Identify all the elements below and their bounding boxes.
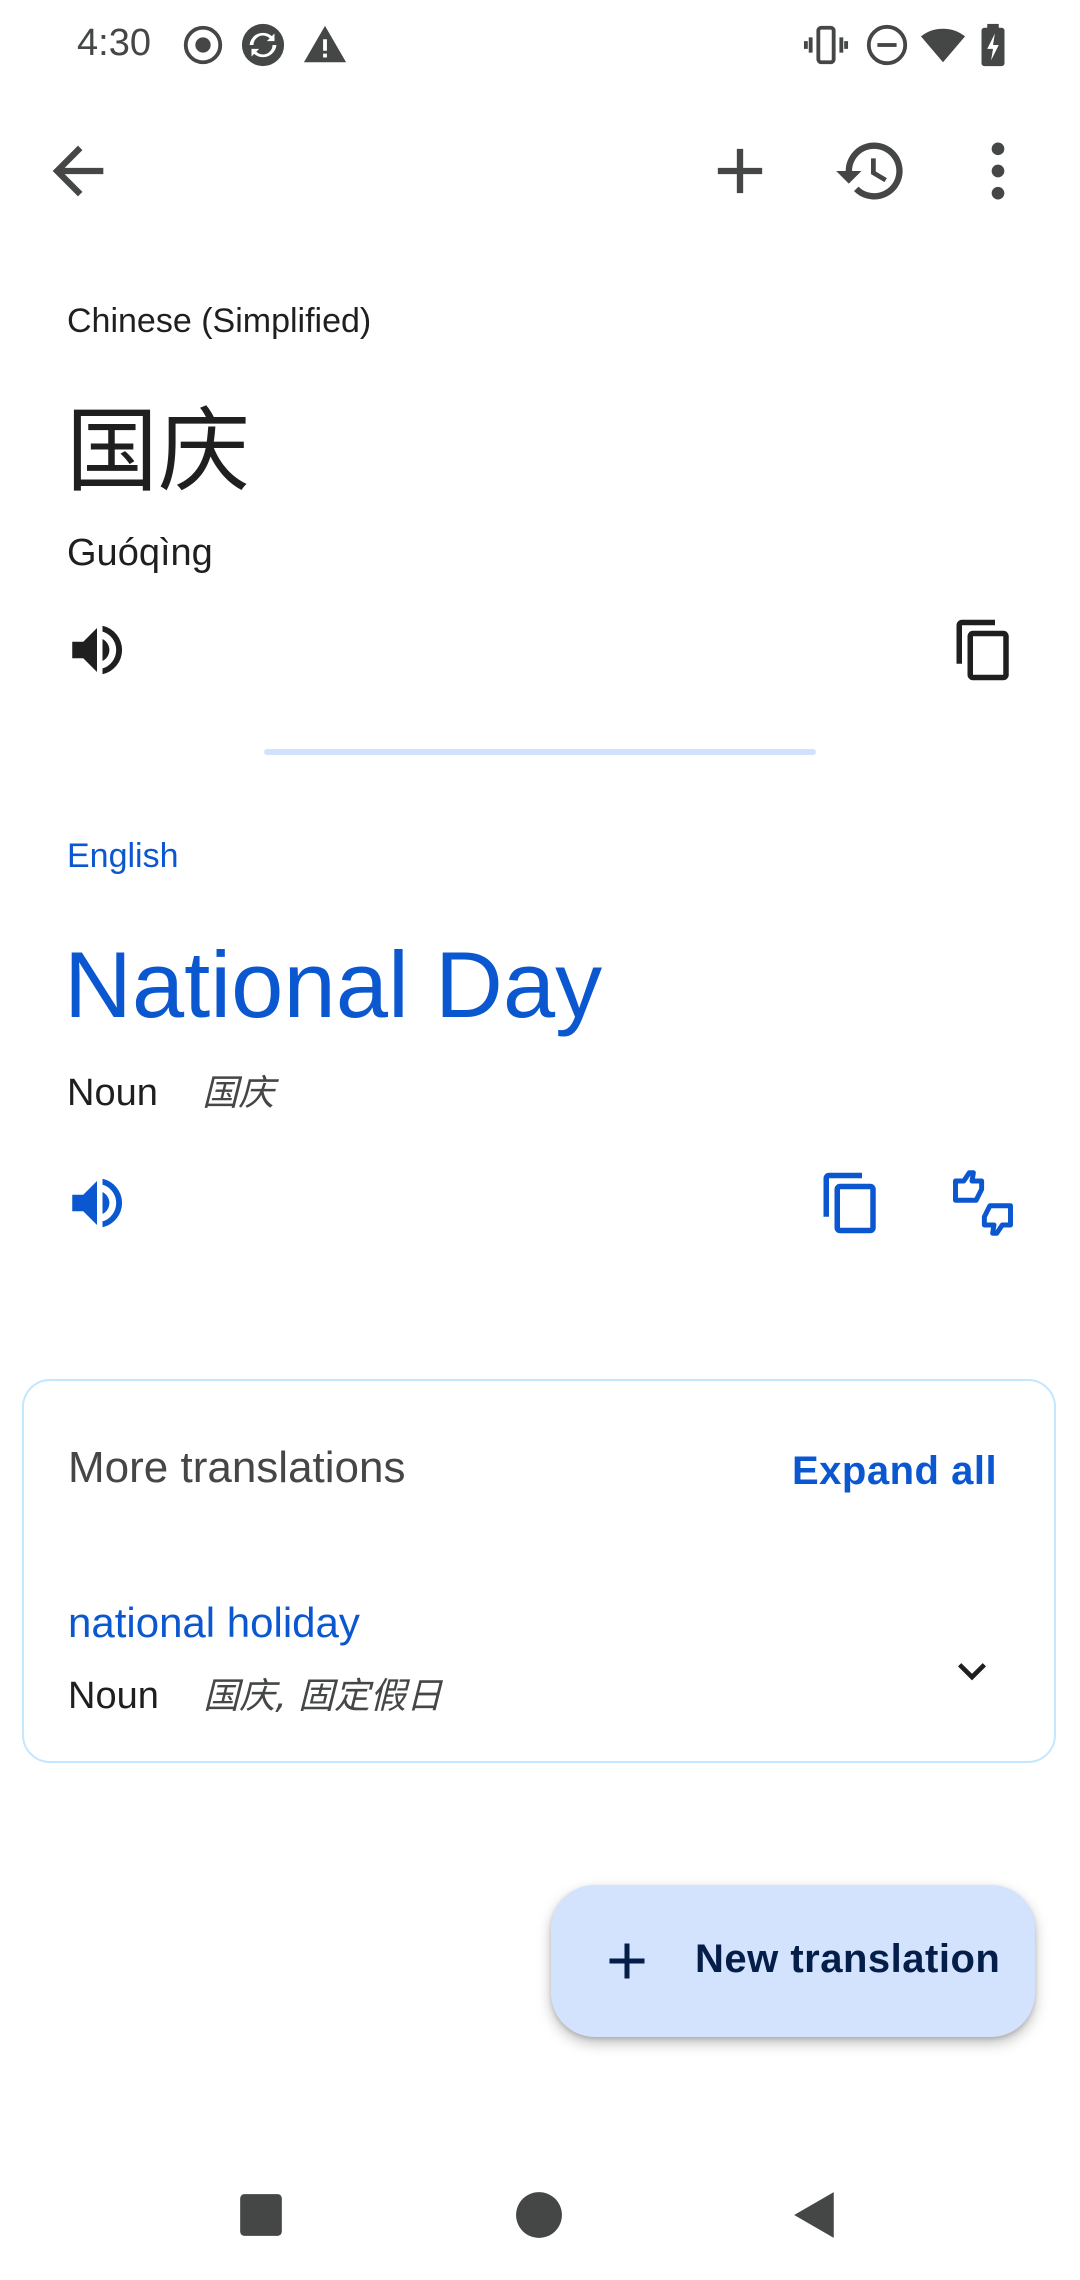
copy-icon: [823, 1172, 876, 1234]
sync-icon: [240, 22, 286, 68]
back-nav-button[interactable]: [790, 2190, 840, 2240]
more-vert-icon: [991, 142, 1005, 200]
source-transliteration: Guóqìng: [67, 532, 213, 574]
dnd-icon: [864, 22, 910, 68]
add-icon: [597, 1931, 657, 1991]
circle-icon: [516, 2192, 562, 2238]
arrow-back-icon: [52, 145, 104, 197]
reverse-translations: 国庆, 固定假日: [203, 1676, 443, 1717]
source-language-label: Chinese (Simplified): [67, 302, 372, 340]
status-bar: 4:30: [0, 0, 1080, 90]
square-icon: [240, 2194, 282, 2236]
home-button[interactable]: [514, 2190, 564, 2240]
source-listen-button[interactable]: [64, 617, 130, 683]
status-time: 4:30: [77, 22, 151, 64]
thumbs-up-down-icon: [953, 1170, 1013, 1236]
expand-all-button[interactable]: Expand all: [792, 1449, 997, 1494]
volume-up-icon: [72, 625, 123, 675]
part-of-speech: Noun: [67, 1072, 158, 1114]
more-translations-title: More translations: [68, 1443, 406, 1492]
recents-button[interactable]: [236, 2190, 286, 2240]
record-icon: [180, 22, 226, 68]
back-button[interactable]: [40, 133, 116, 209]
copy-icon: [956, 619, 1009, 681]
target-language-label: English: [67, 837, 179, 875]
divider: [264, 749, 816, 755]
triangle-back-icon: [794, 2192, 834, 2238]
translation-copy-button[interactable]: [818, 1170, 884, 1236]
source-text: 国庆: [66, 398, 251, 505]
list-item[interactable]: national holiday Noun 国庆, 固定假日: [24, 1581, 1054, 1741]
source-copy-button[interactable]: [951, 617, 1017, 683]
history-icon: [836, 142, 903, 200]
volume-up-icon: [72, 1178, 123, 1228]
new-translation-label: New translation: [695, 1937, 1001, 1981]
alternate-translation-word: national holiday: [68, 1599, 360, 1646]
translation-text: National Day: [64, 932, 603, 1037]
translation-listen-button[interactable]: [64, 1170, 130, 1236]
chevron-down-icon[interactable]: [944, 1643, 1000, 1699]
wifi-icon: [920, 22, 966, 68]
add-button[interactable]: [702, 133, 778, 209]
reverse-translations: 国庆: [202, 1073, 275, 1114]
add-icon: [717, 148, 763, 194]
new-translation-button[interactable]: New translation: [551, 1885, 1035, 2037]
battery-charging-icon: [970, 22, 1016, 68]
translation-details: Noun 国庆: [67, 1064, 274, 1116]
alternate-translation-details: Noun 国庆, 固定假日: [68, 1667, 442, 1719]
warning-icon: [302, 22, 348, 68]
more-translations-card: More translations Expand all national ho…: [22, 1379, 1056, 1763]
history-button[interactable]: [833, 133, 909, 209]
rate-translation-button[interactable]: [950, 1170, 1016, 1236]
vibrate-icon: [803, 22, 849, 68]
part-of-speech: Noun: [68, 1675, 159, 1717]
more-options-button[interactable]: [960, 133, 1036, 209]
